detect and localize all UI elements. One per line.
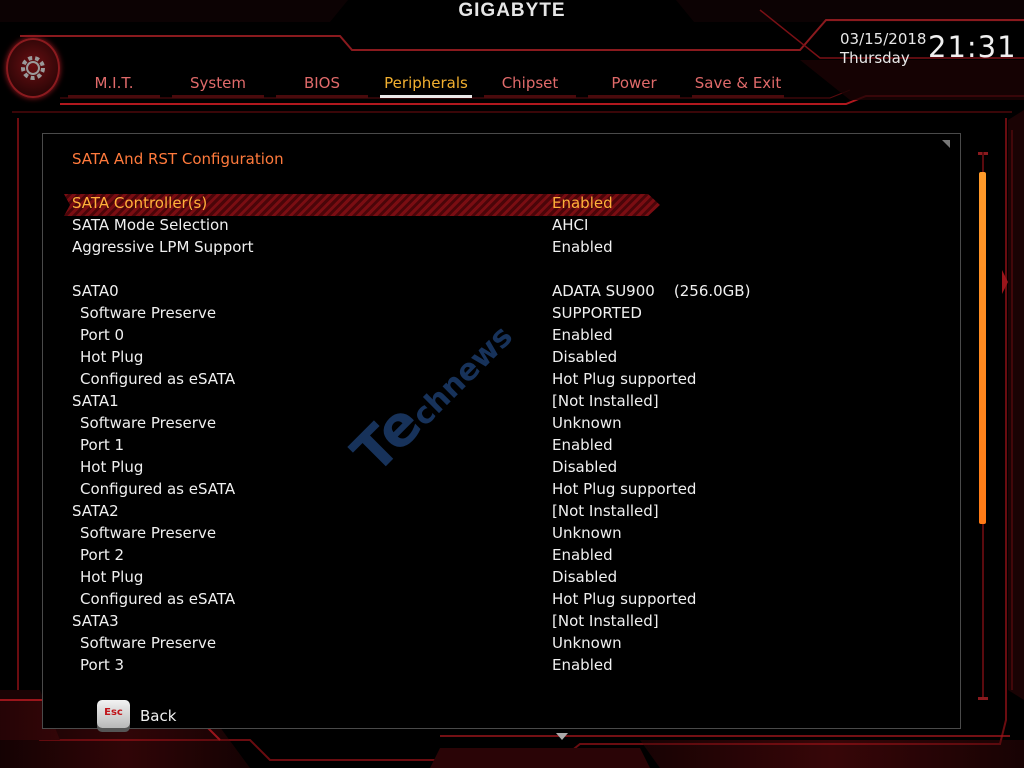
scroll-down-arrow-icon — [556, 733, 568, 740]
info-sata0: SATA0 ADATA SU900 (256.0GB) — [0, 280, 960, 302]
setting-label: Configured as eSATA — [80, 480, 236, 498]
setting-label: Software Preserve — [80, 414, 217, 432]
info-sata1: SATA1 [Not Installed] — [0, 390, 960, 412]
tab-chipset[interactable]: Chipset — [484, 72, 576, 98]
setting-value: Unknown — [552, 634, 622, 652]
setting-value: Hot Plug supported — [552, 590, 697, 608]
setting-value: [Not Installed] — [552, 502, 659, 520]
info-software-preserve: Software Preserve Unknown — [0, 412, 960, 434]
setting-port-1[interactable]: Port 1 Enabled — [0, 434, 960, 456]
setting-value[interactable]: Enabled — [552, 434, 613, 456]
back-label[interactable]: Back — [140, 707, 176, 725]
scrollbar-thumb[interactable] — [979, 172, 986, 524]
setting-configured-as-esata: Configured as eSATA Hot Plug supported — [0, 478, 960, 500]
setting-label: Software Preserve — [80, 304, 217, 322]
setting-label: Configured as eSATA — [80, 370, 236, 388]
info-sata3: SATA3 [Not Installed] — [0, 610, 960, 632]
setting-label: SATA3 — [72, 612, 119, 630]
setting-label: Port 0 — [80, 326, 125, 344]
setting-port-2[interactable]: Port 2 Enabled — [0, 544, 960, 566]
esc-key-button[interactable]: Esc — [97, 700, 130, 728]
tab-bios[interactable]: BIOS — [276, 72, 368, 98]
setting-label: Hot Plug — [80, 348, 144, 366]
tab-mit[interactable]: M.I.T. — [68, 72, 160, 98]
setting-label: SATA1 — [72, 392, 119, 410]
setting-label: Port 1 — [80, 436, 125, 454]
setting-hot-plug[interactable]: Hot Plug Disabled — [0, 456, 960, 478]
setting-value[interactable]: Enabled — [552, 192, 613, 214]
setting-value[interactable]: Disabled — [552, 346, 617, 368]
setting-value[interactable]: Disabled — [552, 566, 617, 588]
section-title: SATA And RST Configuration — [72, 150, 284, 168]
setting-value[interactable]: AHCI — [552, 214, 588, 236]
setting-label: Software Preserve — [80, 634, 217, 652]
setting-label: SATA0 — [72, 282, 119, 300]
day-text: Thursday — [840, 49, 910, 67]
setting-label: Port 3 — [80, 656, 125, 674]
setting-value: Hot Plug supported — [552, 480, 697, 498]
setting-label: SATA2 — [72, 502, 119, 520]
setting-value: SUPPORTED — [552, 304, 642, 322]
panel-corner-marker — [942, 140, 950, 148]
setting-value[interactable]: Enabled — [552, 324, 613, 346]
date-text: 03/15/2018 — [840, 30, 927, 48]
scrollbar-bottom-cap — [978, 697, 988, 700]
gear-icon — [21, 56, 45, 80]
setting-label: Hot Plug — [80, 568, 144, 586]
setting-value: [Not Installed] — [552, 612, 659, 630]
settings-list: SATA Controller(s) Enabled SATA Mode Sel… — [0, 192, 960, 676]
setting-label: SATA Controller(s) — [72, 194, 208, 212]
setting-value: Unknown — [552, 414, 622, 432]
setting-label: Port 2 — [80, 546, 125, 564]
info-sata2: SATA2 [Not Installed] — [0, 500, 960, 522]
setting-value[interactable]: Enabled — [552, 544, 613, 566]
setting-label: Hot Plug — [80, 458, 144, 476]
settings-gear-button[interactable] — [6, 38, 60, 98]
tab-peripherals[interactable]: Peripherals — [380, 72, 472, 98]
setting-sata-controllers[interactable]: SATA Controller(s) Enabled — [0, 192, 960, 214]
setting-value: [Not Installed] — [552, 392, 659, 410]
setting-label: SATA Mode Selection — [72, 216, 229, 234]
clock-time: 21:31 — [928, 30, 1017, 64]
tab-system[interactable]: System — [172, 72, 264, 98]
setting-value: Unknown — [552, 524, 622, 542]
setting-value[interactable]: Disabled — [552, 456, 617, 478]
info-software-preserve: Software Preserve Unknown — [0, 522, 960, 544]
setting-hot-plug[interactable]: Hot Plug Disabled — [0, 566, 960, 588]
setting-value: Hot Plug supported — [552, 370, 697, 388]
setting-value[interactable]: Enabled — [552, 654, 613, 676]
setting-label: Aggressive LPM Support — [72, 238, 254, 256]
info-software-preserve: Software Preserve Unknown — [0, 632, 960, 654]
setting-sata-mode[interactable]: SATA Mode Selection AHCI — [0, 214, 960, 236]
setting-value: ADATA SU900 (256.0GB) — [552, 282, 751, 300]
tab-power[interactable]: Power — [588, 72, 680, 98]
setting-value[interactable]: Enabled — [552, 236, 613, 258]
setting-port-3[interactable]: Port 3 Enabled — [0, 654, 960, 676]
setting-label: Configured as eSATA — [80, 590, 236, 608]
setting-aggressive-lpm[interactable]: Aggressive LPM Support Enabled — [0, 236, 960, 258]
setting-configured-as-esata: Configured as eSATA Hot Plug supported — [0, 588, 960, 610]
gigabyte-logo: GIGABYTE — [458, 0, 566, 21]
tab-save-exit[interactable]: Save & Exit — [692, 72, 784, 98]
date-display: 03/15/2018 Thursday — [840, 30, 926, 68]
scrollbar[interactable] — [978, 152, 988, 700]
setting-label: Software Preserve — [80, 524, 217, 542]
